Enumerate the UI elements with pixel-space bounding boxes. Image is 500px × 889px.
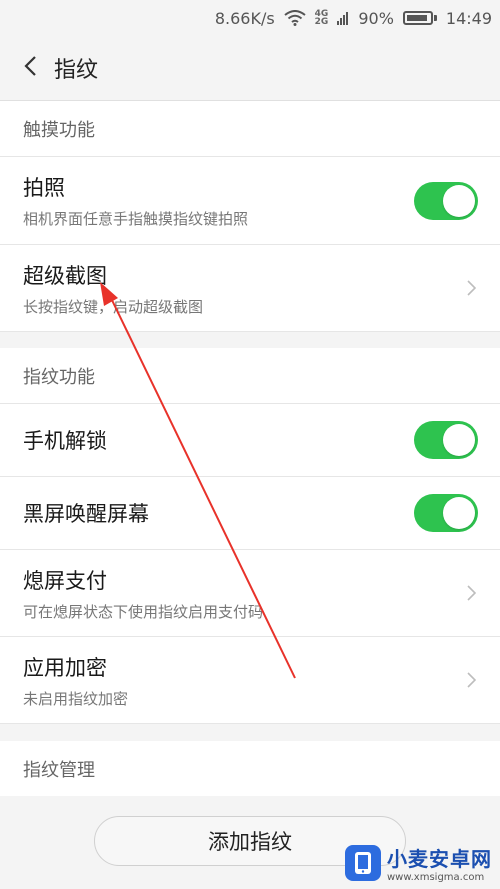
setting-title: 熄屏支付 — [23, 568, 107, 593]
setting-title: 超级截图 — [23, 263, 107, 288]
setting-row-super-screenshot[interactable]: 超级截图 长按指纹键，启动超级截图 — [0, 245, 500, 332]
chevron-right-icon — [464, 670, 478, 690]
chevron-right-icon — [464, 278, 478, 298]
top-app-bar: 指纹 — [0, 36, 500, 101]
watermark-url: www.xmsigma.com — [387, 872, 485, 883]
add-fingerprint-area: 添加指纹 小麦安卓网 www.xmsigma.com — [0, 796, 500, 889]
setting-row-screen-off-pay[interactable]: 熄屏支付 可在熄屏状态下使用指纹启用支付码 — [0, 550, 500, 637]
setting-row-unlock[interactable]: 手机解锁 — [0, 404, 500, 477]
setting-subtitle: 长按指纹键，启动超级截图 — [23, 297, 204, 316]
page-title: 指纹 — [54, 58, 99, 83]
status-bar: 8.66K/s 4G 2G 90% 14:49 — [0, 0, 500, 36]
wifi-icon — [284, 10, 306, 26]
section-heading: 指纹管理 — [23, 759, 95, 781]
setting-subtitle: 可在熄屏状态下使用指纹启用支付码 — [23, 602, 264, 621]
chevron-left-icon — [23, 55, 37, 81]
unlock-toggle[interactable] — [414, 421, 478, 459]
network-type-bottom: 2G — [314, 17, 329, 27]
setting-subtitle: 未启用指纹加密 — [23, 689, 129, 708]
setting-row-wake-screen[interactable]: 黑屏唤醒屏幕 — [0, 477, 500, 550]
section-heading: 触摸功能 — [0, 101, 500, 157]
back-button[interactable] — [8, 46, 52, 90]
setting-title: 拍照 — [23, 176, 65, 200]
watermark-title: 小麦安卓网 — [387, 847, 492, 871]
setting-row-camera[interactable]: 拍照 相机界面任意手指触摸指纹键拍照 — [0, 157, 500, 245]
network-type: 4G 2G — [314, 10, 329, 27]
setting-subtitle: 相机界面任意手指触摸指纹键拍照 — [23, 210, 249, 228]
watermark-logo-icon — [345, 845, 381, 881]
watermark: 小麦安卓网 www.xmsigma.com — [345, 843, 492, 883]
camera-toggle[interactable] — [414, 181, 478, 220]
network-speed: 8.66K/s — [214, 8, 275, 28]
chevron-right-icon — [464, 583, 478, 603]
signal-icon — [337, 11, 349, 25]
battery-percent: 90% — [358, 8, 394, 28]
setting-title: 手机解锁 — [23, 429, 107, 453]
fingerprint-management-section: 指纹管理 — [0, 741, 500, 796]
section-heading: 指纹功能 — [0, 348, 500, 404]
setting-row-app-lock[interactable]: 应用加密 未启用指纹加密 — [0, 637, 500, 724]
clock: 14:49 — [445, 8, 492, 28]
setting-title: 应用加密 — [23, 655, 107, 680]
battery-icon — [402, 11, 437, 25]
wake-screen-toggle[interactable] — [414, 494, 478, 532]
fingerprint-functions-section: 指纹功能 手机解锁 黑屏唤醒屏幕 熄屏支付 可在熄屏状态下使用指纹启用支付码 应… — [0, 348, 500, 724]
setting-title: 黑屏唤醒屏幕 — [23, 502, 149, 526]
touch-functions-section: 触摸功能 拍照 相机界面任意手指触摸指纹键拍照 超级截图 长按指纹键，启动超级截… — [0, 101, 500, 332]
